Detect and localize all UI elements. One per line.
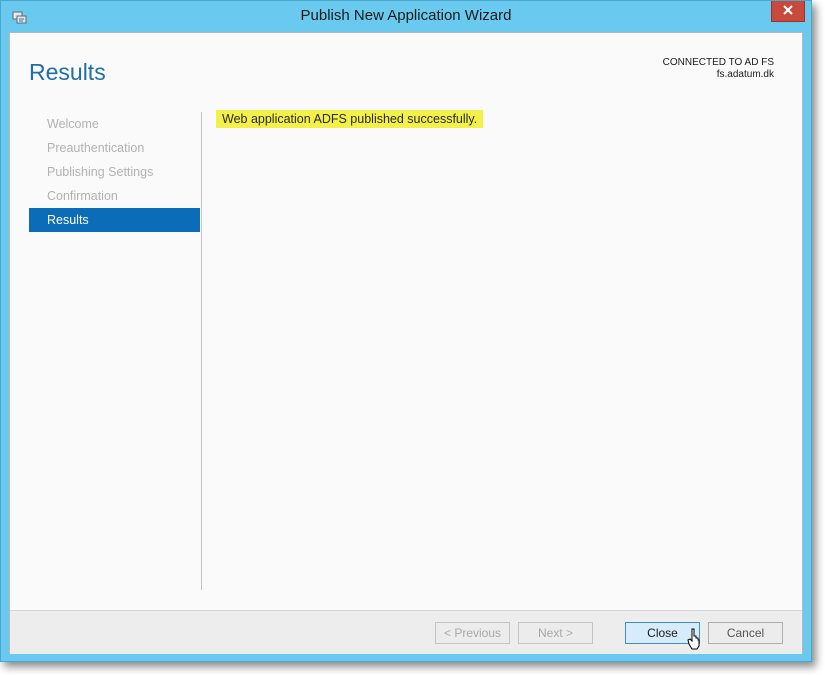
window-title: Publish New Application Wizard [300,7,512,24]
results-content: Web application ADFS published successfu… [216,110,484,128]
wizard-client-area: Results CONNECTED TO AD FS fs.adatum.dk … [9,32,803,654]
nav-divider [201,112,202,590]
title-bar[interactable]: Publish New Application Wizard [1,1,811,33]
nav-item-preauthentication: Preauthentication [47,141,145,155]
result-message: Web application ADFS published successfu… [216,110,484,128]
nav-item-confirmation: Confirmation [47,189,118,203]
nav-item-publishing-settings: Publishing Settings [47,165,154,179]
wizard-footer: < Previous Next > Close Cancel [10,610,802,654]
nav-item-results[interactable]: Results [29,208,200,232]
page-title: Results [29,59,106,85]
connection-info: CONNECTED TO AD FS fs.adatum.dk [663,57,774,81]
wizard-step-nav: Welcome Preauthentication Publishing Set… [29,112,200,232]
connection-label: CONNECTED TO AD FS [662,57,774,68]
wizard-window: Publish New Application Wizard Results C… [0,0,812,662]
nav-item-welcome: Welcome [47,117,99,131]
close-icon [782,2,794,20]
cancel-button[interactable]: Cancel [708,622,783,644]
close-window-button[interactable] [771,1,805,22]
mouse-cursor-icon [687,628,701,650]
previous-button[interactable]: < Previous [435,622,510,644]
connection-host: fs.adatum.dk [716,69,774,80]
next-button[interactable]: Next > [518,622,593,644]
